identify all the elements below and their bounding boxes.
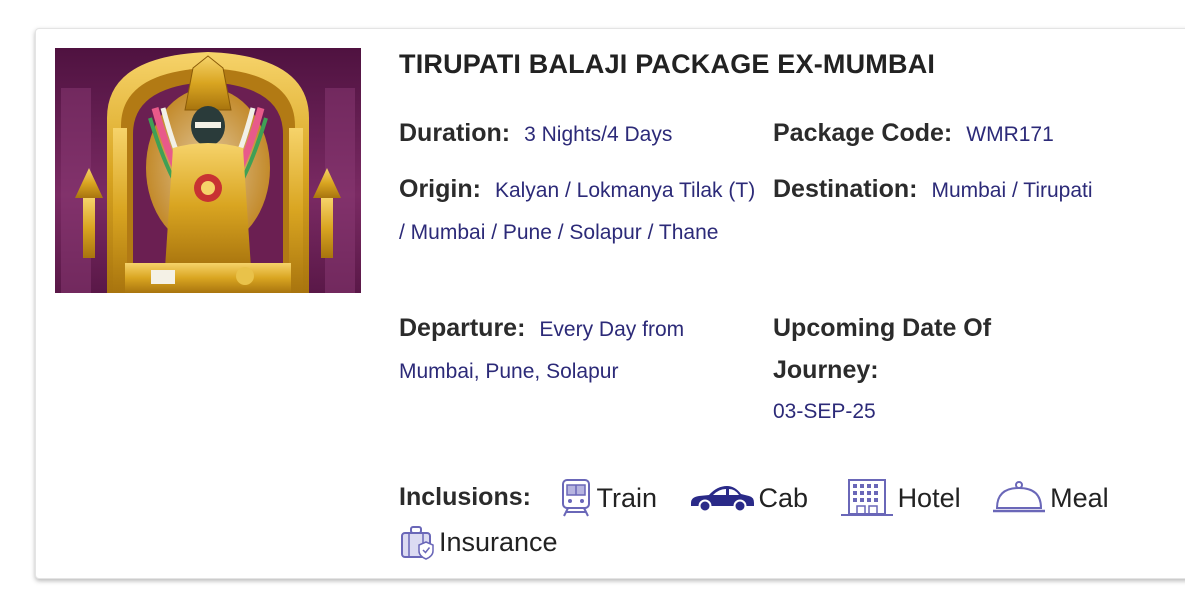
- inclusion-hotel-label: Hotel: [897, 482, 961, 513]
- package-code-field: Package Code: WMR171: [773, 112, 1173, 156]
- inclusion-train-label: Train: [596, 482, 657, 513]
- package-title[interactable]: TIRUPATI BALAJI PACKAGE EX-MUMBAI: [399, 49, 935, 80]
- destination-label: Destination:: [773, 175, 918, 203]
- inclusion-insurance: Insurance: [399, 521, 558, 563]
- inclusions-label: Inclusions:: [399, 483, 531, 511]
- departure-label: Departure:: [399, 314, 526, 342]
- origin-field: Origin: Kalyan / Lokmanya Tilak (T) / Mum…: [399, 168, 764, 254]
- departure-field: Departure: Every Day from Mumbai, Pune, S…: [399, 307, 744, 393]
- duration-value: 3 Nights/4 Days: [524, 123, 673, 146]
- inclusions-row: Inclusions: Train Cab Hotel Meal Insuran…: [399, 475, 1179, 563]
- train-icon: [562, 478, 591, 517]
- upcoming-date-field: Upcoming Date Of Journey: 03-SEP-25: [773, 307, 1053, 433]
- duration-label: Duration:: [399, 119, 511, 147]
- cab-icon: [690, 485, 754, 513]
- package-image[interactable]: [55, 48, 361, 293]
- inclusion-train: Train: [560, 477, 657, 519]
- inclusion-meal-label: Meal: [1050, 482, 1109, 513]
- destination-value: Mumbai / Tirupati: [931, 179, 1093, 202]
- upcoming-date-value: 03-SEP-25: [773, 400, 876, 423]
- package-code-value: WMR171: [966, 123, 1054, 146]
- upcoming-date-label: Upcoming Date Of Journey:: [773, 314, 992, 384]
- meal-icon: [993, 480, 1046, 513]
- origin-label: Origin:: [399, 175, 481, 203]
- destination-field: Destination: Mumbai / Tirupati: [773, 168, 1185, 212]
- inclusion-cab: Cab: [689, 477, 809, 519]
- inclusion-hotel: Hotel: [840, 477, 961, 519]
- inclusion-insurance-label: Insurance: [439, 526, 558, 557]
- deity-image: [55, 48, 361, 293]
- duration-field: Duration: 3 Nights/4 Days: [399, 112, 769, 156]
- package-code-label: Package Code:: [773, 119, 953, 147]
- hotel-icon: [840, 478, 893, 516]
- inclusion-meal: Meal: [992, 477, 1109, 519]
- inclusion-cab-label: Cab: [758, 482, 809, 513]
- insurance-icon: [401, 525, 434, 560]
- package-card: TIRUPATI BALAJI PACKAGE EX-MUMBAI Durati…: [35, 28, 1185, 579]
